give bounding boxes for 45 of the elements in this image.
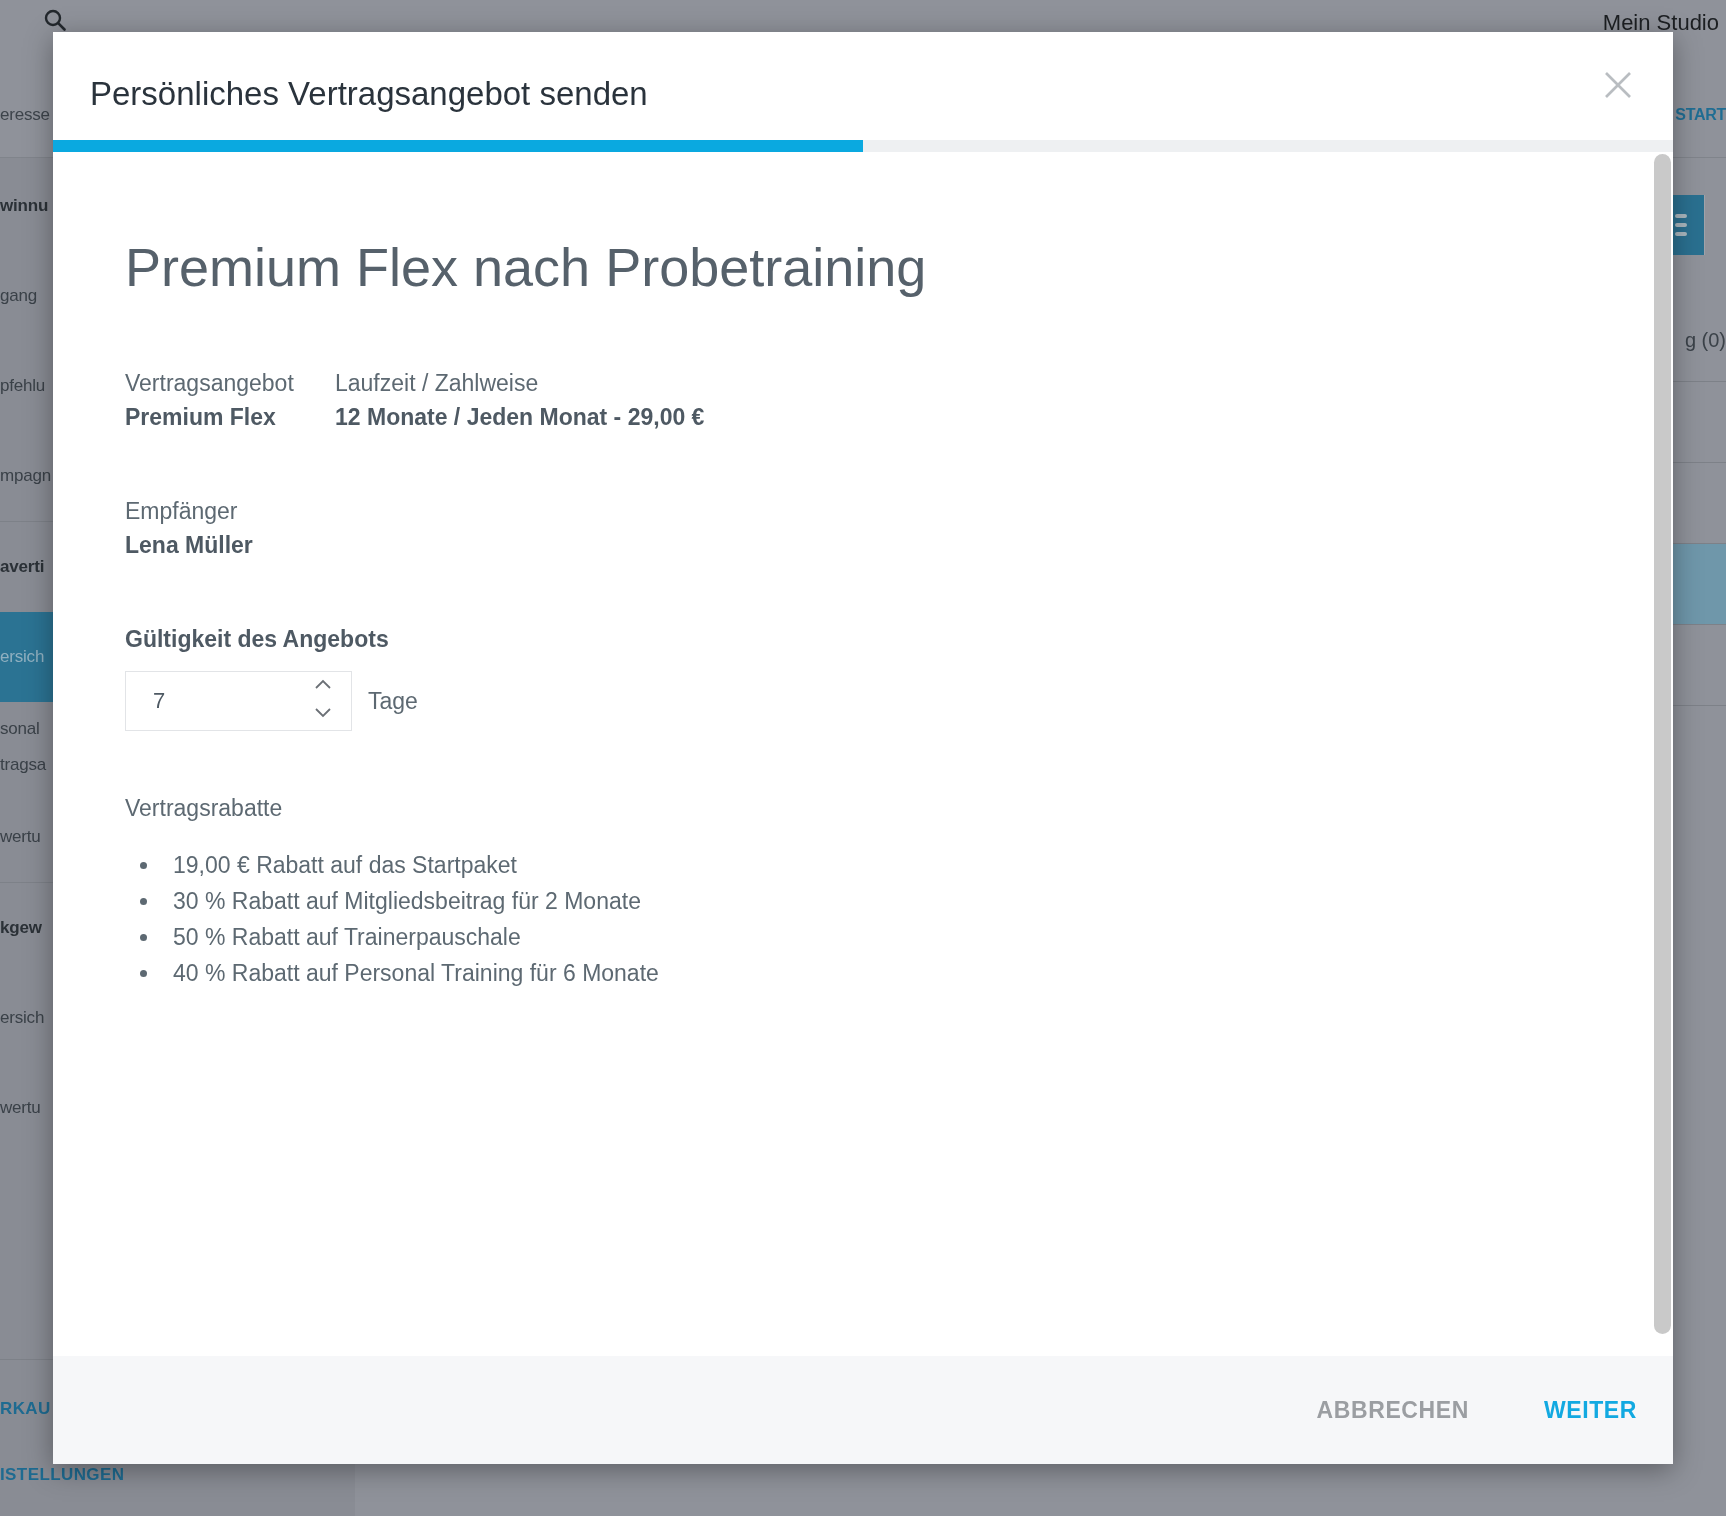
sidebar-section-title: averti	[0, 556, 45, 578]
unit-label: Tage	[368, 687, 418, 716]
search-icon[interactable]	[44, 9, 66, 31]
sidebar-item[interactable]: mpagn	[0, 458, 51, 494]
field-label: Laufzeit / Zahlweise	[335, 369, 539, 398]
dialog-title: Persönliches Vertragsangebot senden	[90, 74, 648, 114]
cancel-button[interactable]: ABBRECHEN	[1298, 1386, 1487, 1434]
next-button[interactable]: WEITER	[1525, 1386, 1655, 1434]
studio-menu[interactable]: Mein Studio	[1602, 10, 1719, 36]
field-value: Lena Müller	[125, 531, 253, 560]
sidebar-item[interactable]: wertu	[0, 819, 41, 855]
field-value: Premium Flex	[125, 403, 276, 432]
field-value: 12 Monate / Jeden Monat - 29,00 €	[335, 403, 705, 432]
bullet-icon	[140, 861, 147, 869]
page-title: eresse	[0, 104, 50, 125]
bullet-icon	[140, 897, 147, 905]
discount-item: 50 % Rabatt auf Trainerpauschale	[173, 923, 521, 952]
offer-title: Premium Flex nach Probetraining	[125, 236, 927, 299]
sidebar-item[interactable]: ersich	[0, 1000, 45, 1036]
sidebar-item[interactable]: gang	[0, 278, 38, 314]
tab[interactable]: g (0)	[1684, 329, 1726, 352]
menu-icon	[1675, 214, 1687, 236]
sidebar-section-title: kgew	[0, 917, 42, 939]
field-label: Empfänger	[125, 497, 238, 526]
sidebar-section-title: winnu	[0, 195, 49, 217]
sidebar-item[interactable]: ersich	[0, 612, 53, 702]
bullet-icon	[140, 933, 147, 941]
sidebar-item[interactable]: sonal tragsa	[0, 711, 47, 783]
section-label: Vertragsrabatte	[125, 794, 283, 823]
number-field[interactable]: 7	[125, 671, 352, 731]
scrollbar[interactable]	[1654, 154, 1671, 1334]
discount-item: 19,00 € Rabatt auf das Startpaket	[173, 851, 517, 880]
menu-button[interactable]	[1673, 195, 1705, 255]
sidebar-item[interactable]: pfehlu	[0, 368, 46, 404]
field-label: Vertragsangebot	[125, 369, 294, 398]
chevron-up-icon[interactable]	[315, 679, 331, 689]
bullet-icon	[140, 969, 147, 977]
sidebar-item[interactable]: wertu	[0, 1090, 41, 1126]
sidebar-link[interactable]: RKAU	[0, 1399, 51, 1419]
field-label: Gültigkeit des Angebots	[125, 625, 389, 654]
sidebar-link[interactable]: ISTELLUNGEN	[0, 1465, 125, 1485]
discount-item: 40 % Rabatt auf Personal Training für 6 Monate	[173, 959, 659, 988]
chevron-down-icon[interactable]	[315, 708, 331, 718]
discount-item: 30 % Rabatt auf Mitgliedsbeitrag für 2 Monate	[173, 887, 641, 916]
start-link[interactable]: START	[1675, 105, 1726, 124]
